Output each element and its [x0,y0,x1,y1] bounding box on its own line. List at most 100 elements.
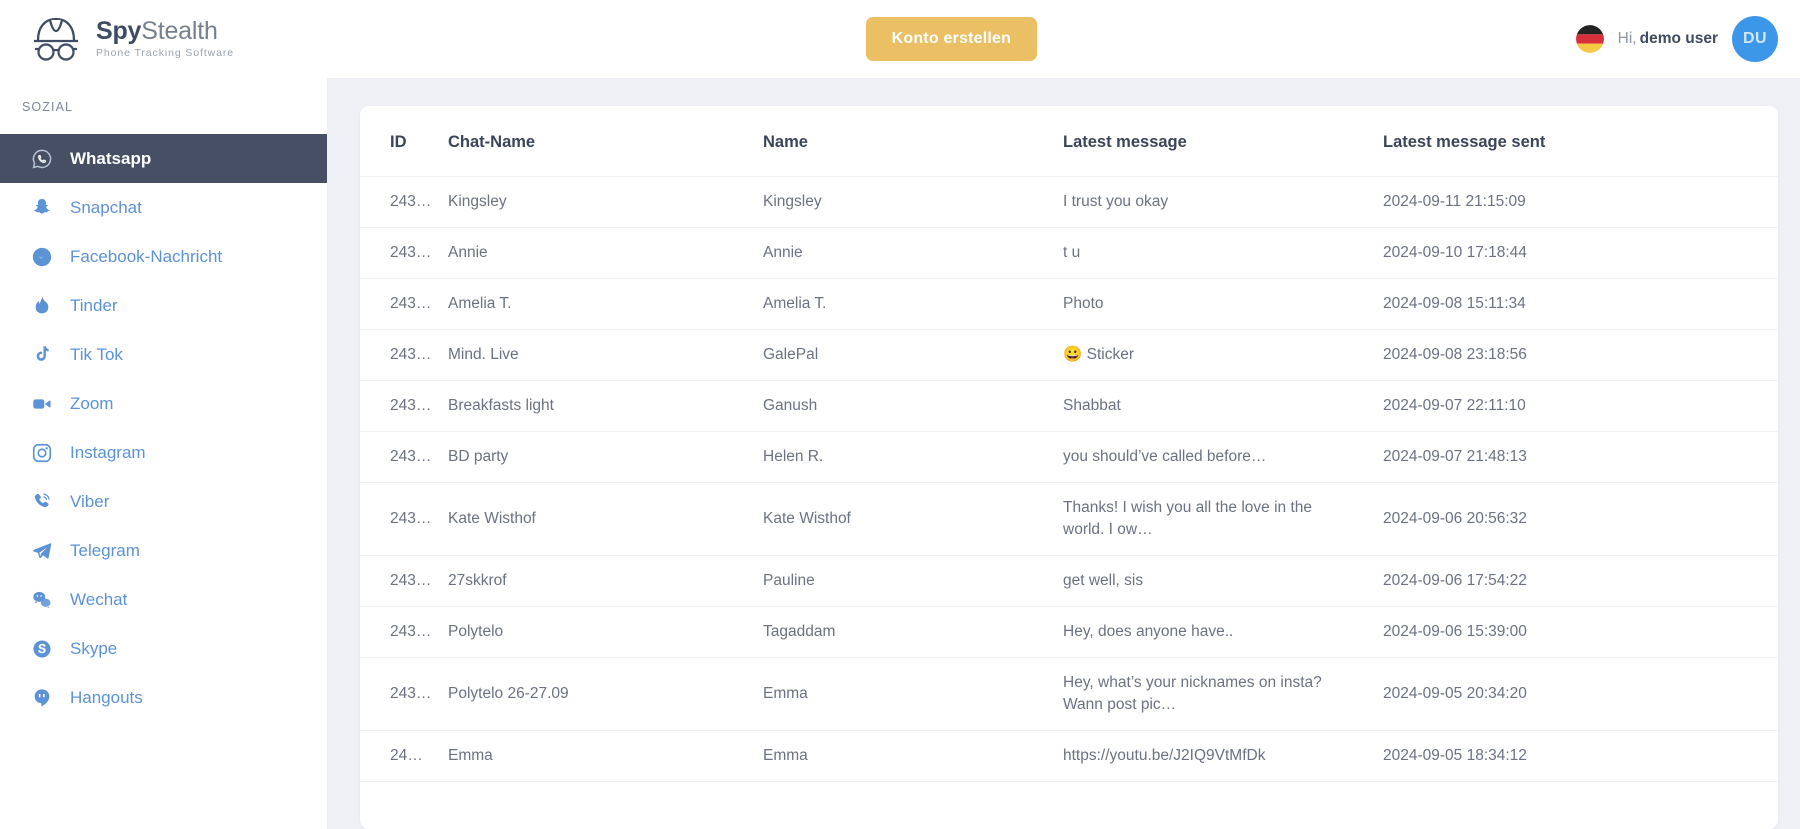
sidebar-item-hangouts[interactable]: Hangouts [0,673,327,722]
table-row[interactable]: 243… Polytelo 26-27.09 Emma Hey, what’s you… [360,657,1778,731]
sidebar-item-facebook-nachricht[interactable]: Facebook-Nachricht [0,232,327,281]
cell-name: Amelia T. [763,278,1063,330]
cell-id: 243… [360,555,448,607]
snapchat-icon [30,196,54,220]
cell-id: 243… [360,657,448,731]
cell-id: 243… [360,482,448,556]
cell-id: 24… [360,730,448,782]
cell-chat-name: Kingsley [448,176,763,228]
sidebar-item-zoom[interactable]: Zoom [0,379,327,428]
sidebar-item-label: Zoom [70,393,114,413]
telegram-paper-plane-icon [30,539,54,563]
cell-name: Emma [763,657,1063,731]
table-row[interactable]: 243… Polytelo Tagaddam Hey, does anyone hav… [360,606,1778,658]
facebook-messenger-icon [30,245,54,269]
cell-name: Annie [763,227,1063,279]
brand-logo-block[interactable]: SpyStealth Phone Tracking Software [0,16,327,62]
brand-tagline: Phone Tracking Software [96,47,235,60]
skype-icon [30,637,54,661]
sidebar-item-viber[interactable]: Viber [0,477,327,526]
cell-latest-message-sent: 2024-09-10 17:18:44 [1383,227,1778,279]
cell-chat-name: Annie [448,227,763,279]
cell-name: Ganush [763,380,1063,432]
cell-chat-name: Breakfasts light [448,380,763,432]
cell-latest-message: I trust you okay [1063,176,1383,228]
sidebar: SOZIAL Whatsapp Snapchat Facebook-Nachrich… [0,78,327,829]
column-header-latest-message[interactable]: Latest message [1063,106,1383,177]
cell-latest-message-sent: 2024-09-08 23:18:56 [1383,329,1778,381]
hangouts-icon [30,686,54,710]
table-row[interactable]: 243… Kate Wisthof Kate Wisthof Thanks! I wi… [360,482,1778,556]
header-right: Hi, demo user DU [1575,16,1800,62]
cell-chat-name: BD party [448,431,763,483]
cell-chat-name: Mind. Live [448,329,763,381]
table-row[interactable]: 243… Annie Annie t u 2024-09-10 17:18:44 [360,227,1778,279]
column-header-latest-message-sent[interactable]: Latest message sent [1383,106,1778,177]
sidebar-nav-list: Whatsapp Snapchat Facebook-Nachricht Tinder… [0,134,327,722]
whatsapp-icon [30,147,54,171]
sidebar-section-title: SOZIAL [22,100,74,114]
cell-id: 243… [360,176,448,228]
sidebar-item-tinder[interactable]: Tinder [0,281,327,330]
sidebar-item-skype[interactable]: Skype [0,624,327,673]
cell-id: 243… [360,329,448,381]
cell-name: GalePal [763,329,1063,381]
user-name: demo user [1639,30,1718,47]
sidebar-item-label: Skype [70,638,118,658]
table-row[interactable]: 243… Amelia T. Amelia T. Photo 2024-09-08 15… [360,278,1778,330]
cell-latest-message: get well, sis [1063,555,1383,607]
sidebar-item-snapchat[interactable]: Snapchat [0,183,327,232]
cell-latest-message-sent: 2024-09-05 18:34:12 [1383,730,1778,782]
german-flag-icon[interactable] [1575,25,1604,53]
cell-name: Kate Wisthof [763,482,1063,556]
cell-name: Tagaddam [763,606,1063,658]
cell-latest-message-sent: 2024-09-08 15:11:34 [1383,278,1778,330]
cell-latest-message: Hey, does anyone have.. [1063,606,1383,658]
content-area: ID Chat-Name Name Latest message Latest … [327,78,1800,829]
table-row[interactable]: 243… Kingsley Kingsley I trust you okay 2024… [360,176,1778,228]
column-header-id[interactable]: ID [360,106,448,177]
sidebar-item-label: Whatsapp [70,148,152,168]
table-header-row: ID Chat-Name Name Latest message Latest … [360,106,1778,177]
cell-latest-message: Hey, what’s your nicknames on insta? Wan… [1063,657,1383,731]
cell-latest-message: Thanks! I wish you all the love in the w… [1063,482,1383,556]
cell-latest-message: t u [1063,227,1383,279]
table-row[interactable]: 243… BD party Helen R. you should’ve called… [360,431,1778,483]
cell-name: Helen R. [763,431,1063,483]
sidebar-item-label: Snapchat [70,197,142,217]
greeting-prefix: Hi, [1617,30,1637,47]
sidebar-item-label: Instagram [70,442,146,462]
brand-title: SpyStealth [96,19,234,44]
sidebar-item-instagram[interactable]: Instagram [0,428,327,477]
cell-chat-name: 27skkrof [448,555,763,607]
table-row[interactable]: 243… 27skkrof Pauline get well, sis 2024-09-… [360,555,1778,607]
detective-hat-glasses-icon [30,16,82,62]
sidebar-item-telegram[interactable]: Telegram [0,526,327,575]
top-header: SpyStealth Phone Tracking Software Konto… [0,0,1800,78]
cell-latest-message: Shabbat [1063,380,1383,432]
cell-latest-message-sent: 2024-09-05 20:34:20 [1383,657,1778,731]
cell-name: Kingsley [763,176,1063,228]
table-row[interactable]: 24… Emma Emma https://youtu.be/J2IQ9VtMfDk 2… [360,730,1778,782]
table-row[interactable]: 243… Mind. Live GalePal 😀 Sticker 2024-09-08… [360,329,1778,381]
avatar[interactable]: DU [1732,16,1778,62]
cell-id: 243… [360,278,448,330]
create-account-button[interactable]: Konto erstellen [865,17,1038,61]
cell-latest-message-sent: 2024-09-07 22:11:10 [1383,380,1778,432]
cell-latest-message-sent: 2024-09-06 20:56:32 [1383,482,1778,556]
cell-latest-message: you should’ve called before… [1063,431,1383,483]
cell-id: 243… [360,380,448,432]
table-body: 243… Kingsley Kingsley I trust you okay 2024… [360,176,1778,782]
header-center: Konto erstellen [327,17,1576,61]
sidebar-item-wechat[interactable]: Wechat [0,575,327,624]
column-header-chat-name[interactable]: Chat-Name [448,106,763,177]
sidebar-item-whatsapp[interactable]: Whatsapp [0,134,327,183]
cell-chat-name: Kate Wisthof [448,482,763,556]
sidebar-item-tik-tok[interactable]: Tik Tok [0,330,327,379]
body-row: SOZIAL Whatsapp Snapchat Facebook-Nachrich… [0,78,1800,829]
sidebar-item-label: Hangouts [70,687,143,707]
column-header-name[interactable]: Name [763,106,1063,177]
table-row[interactable]: 243… Breakfasts light Ganush Shabbat 2024-09… [360,380,1778,432]
zoom-video-camera-icon [30,392,54,416]
cell-name: Emma [763,730,1063,782]
